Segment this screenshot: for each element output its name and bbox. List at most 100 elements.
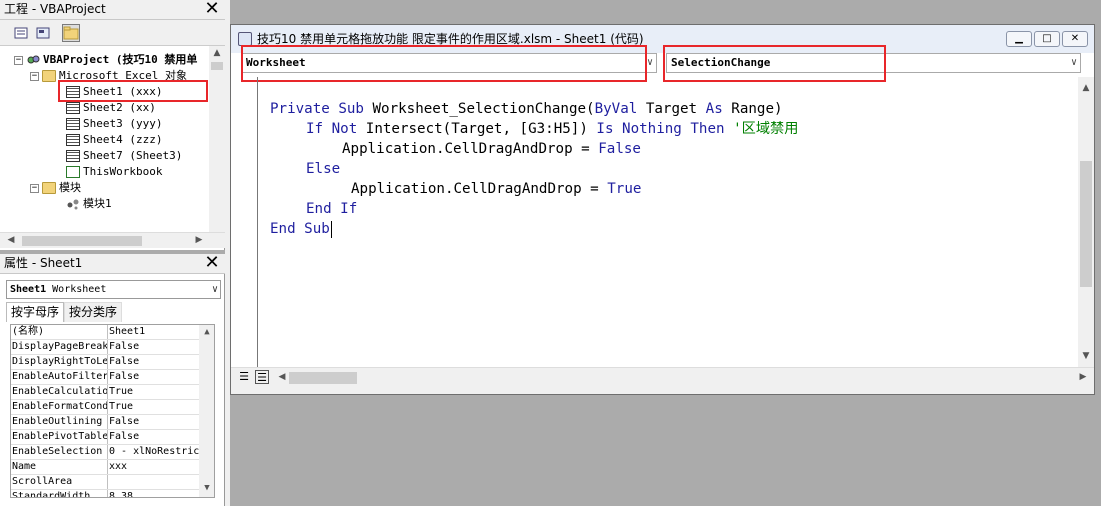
tree-item-sheet1[interactable]: Sheet1 (xxx) [66, 84, 162, 100]
tree-item-module1[interactable]: 模块1 [66, 196, 112, 212]
procedure-combo[interactable]: SelectionChange ∨ [666, 53, 1081, 73]
close-icon[interactable]: ✕ [203, 254, 221, 273]
properties-grid: (名称) Sheet1 DisplayPageBreak False Display… [10, 324, 215, 498]
view-code-button[interactable] [12, 24, 30, 42]
property-value[interactable]: False [108, 370, 201, 384]
property-row[interactable]: DisplayRightToLe False [11, 355, 201, 370]
close-icon[interactable]: ✕ [203, 0, 221, 19]
property-row[interactable]: StandardWidth 8.38 [11, 490, 201, 497]
property-value[interactable]: False [108, 415, 201, 429]
keyword: Else [306, 161, 341, 177]
property-row[interactable]: EnablePivotTable False [11, 430, 201, 445]
scroll-thumb[interactable] [289, 372, 357, 384]
object-name: Sheet1 [10, 284, 47, 295]
collapse-icon[interactable]: − [30, 183, 39, 193]
code-line-4: Else [306, 159, 340, 179]
full-module-view-icon[interactable]: ☰ [255, 370, 269, 384]
scroll-right-icon[interactable]: ▶ [192, 233, 206, 247]
view-object-button[interactable] [34, 24, 52, 42]
property-row[interactable]: EnableSelection 0 - xlNoRestric [11, 445, 201, 460]
procedure-view-icon[interactable]: ☰ [237, 370, 251, 384]
tree-item-sheet3[interactable]: Sheet3 (yyy) [66, 116, 162, 132]
code-window-titlebar[interactable]: 技巧10 禁用单元格拖放功能 限定事件的作用区域.xlsm - Sheet1 (… [231, 25, 1094, 53]
props-pane-title: 属性 - Sheet1 ✕ [0, 254, 225, 274]
scroll-down-icon[interactable]: ▼ [200, 481, 214, 495]
scroll-thumb[interactable] [211, 62, 223, 70]
property-value[interactable]: True [108, 385, 201, 399]
code-line-2: If Not Intersect(Target, [G3:H5]) Is Not… [306, 119, 798, 139]
chevron-down-icon[interactable]: ∨ [212, 281, 218, 298]
keyword: If Not [306, 121, 358, 137]
chevron-down-icon[interactable]: ∨ [1071, 54, 1077, 72]
scroll-right-icon[interactable]: ▶ [1076, 370, 1090, 384]
object-combo[interactable]: Worksheet ∨ [241, 53, 657, 73]
property-value[interactable]: True [108, 400, 201, 414]
toggle-folders-button[interactable] [62, 24, 80, 42]
property-value[interactable]: 8.38 [108, 490, 201, 497]
tab-categorized[interactable]: 按分类序 [64, 302, 123, 322]
code-bottom-bar: ☰ ☰ ◀ ▶ [231, 367, 1094, 394]
maximize-button[interactable]: □ [1034, 31, 1060, 47]
close-button[interactable]: ✕ [1062, 31, 1088, 47]
property-value[interactable]: xxx [108, 460, 201, 474]
tree-item-vbaproject[interactable]: − VBAProject (技巧10 禁用单 [14, 52, 197, 68]
props-pane-title-text: 属性 - Sheet1 [4, 256, 83, 270]
project-pane-title: 工程 - VBAProject ✕ [0, 0, 225, 20]
tree-item-sheet2[interactable]: Sheet2 (xx) [66, 100, 156, 116]
tree-item-label: Microsoft Excel 对象 [59, 69, 187, 82]
scroll-down-icon[interactable]: ▼ [1079, 349, 1093, 363]
scroll-up-icon[interactable]: ▲ [1079, 81, 1093, 95]
property-row[interactable]: EnableAutoFilter False [11, 370, 201, 385]
property-row[interactable]: Name xxx [11, 460, 201, 475]
property-key: EnableFormatCond [12, 400, 108, 414]
scroll-left-icon[interactable]: ◀ [275, 370, 289, 384]
props-vscrollbar[interactable]: ▲ ▼ [199, 325, 214, 497]
property-value[interactable]: False [108, 355, 201, 369]
project-vscrollbar[interactable]: ▲ [209, 46, 225, 232]
tree-item-excel-objects[interactable]: − Microsoft Excel 对象 [30, 68, 187, 84]
scroll-thumb[interactable] [22, 236, 142, 246]
object-type: Worksheet [52, 284, 107, 295]
scroll-up-icon[interactable]: ▲ [200, 325, 214, 339]
property-key: ScrollArea [11, 475, 108, 489]
keyword: Private Sub [270, 101, 364, 117]
property-row[interactable]: EnableCalculatio True [11, 385, 201, 400]
property-value[interactable]: False [108, 340, 201, 354]
property-row[interactable]: (名称) Sheet1 [11, 325, 201, 340]
collapse-icon[interactable]: − [14, 55, 23, 65]
tab-alphabetic[interactable]: 按字母序 [6, 302, 65, 322]
tree-item-modules[interactable]: − 模块 [30, 180, 81, 196]
property-value[interactable]: False [108, 430, 201, 444]
property-value[interactable]: 0 - xlNoRestric [108, 445, 201, 459]
window-controls: ▁ □ ✕ [1006, 31, 1088, 47]
project-explorer: 工程 - VBAProject ✕ − VBAProject (技巧10 禁用单… [0, 0, 225, 250]
code-editor[interactable]: Private Sub Worksheet_SelectionChange(By… [231, 77, 1079, 367]
scroll-left-icon[interactable]: ◀ [4, 233, 18, 247]
tree-item-sheet4[interactable]: Sheet4 (zzz) [66, 132, 162, 148]
scroll-up-icon[interactable]: ▲ [210, 46, 224, 60]
property-key: EnableCalculatio [12, 385, 108, 399]
tree-item-thisworkbook[interactable]: ThisWorkbook [66, 164, 162, 180]
project-tree: − VBAProject (技巧10 禁用单 − Microsoft Excel… [0, 50, 210, 230]
tree-item-sheet7[interactable]: Sheet7 (Sheet3) [66, 148, 182, 164]
property-row[interactable]: EnableFormatCond True [11, 400, 201, 415]
property-value[interactable] [108, 475, 201, 489]
property-value[interactable]: Sheet1 [108, 325, 201, 339]
property-row[interactable]: DisplayPageBreak False [11, 340, 201, 355]
property-row[interactable]: ScrollArea [11, 475, 201, 490]
keyword: False [598, 141, 641, 157]
scroll-thumb[interactable] [1080, 161, 1092, 287]
project-pane-title-text: 工程 - VBAProject [4, 2, 106, 16]
project-hscrollbar[interactable]: ◀ ▶ [0, 232, 225, 248]
tree-item-label: Sheet2 (xx) [83, 101, 156, 114]
collapse-icon[interactable]: − [30, 71, 39, 81]
minimize-button[interactable]: ▁ [1006, 31, 1032, 47]
property-row[interactable]: EnableOutlining False [11, 415, 201, 430]
chevron-down-icon[interactable]: ∨ [647, 54, 653, 72]
module-icon [67, 199, 79, 210]
tree-item-label: VBAProject (技巧10 禁用单 [43, 53, 198, 66]
code-vscrollbar[interactable]: ▲ ▼ [1078, 77, 1094, 367]
property-key: EnableSelection [11, 445, 108, 459]
properties-window: 属性 - Sheet1 ✕ Sheet1 Worksheet ∨ 按字母序 按分… [0, 254, 225, 506]
object-select[interactable]: Sheet1 Worksheet ∨ [6, 280, 221, 299]
